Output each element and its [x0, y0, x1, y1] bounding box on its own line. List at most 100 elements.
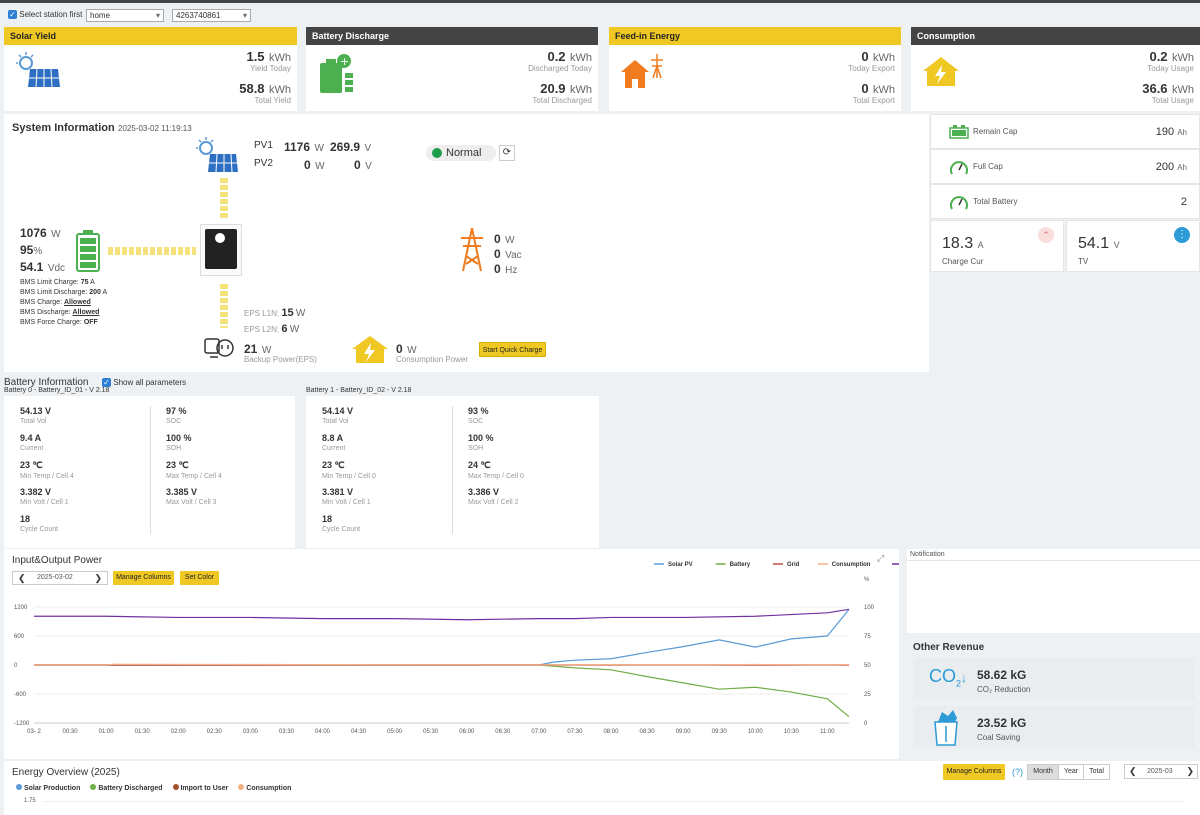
pv2-label: PV2: [254, 158, 273, 169]
energy-title: Energy Overview (2025): [12, 767, 120, 778]
next-arrow-icon[interactable]: ❯: [1186, 766, 1194, 777]
quick-charge-button[interactable]: Start Quick Charge: [479, 342, 546, 357]
x-tick-label: 05:00: [387, 729, 403, 735]
select-station[interactable]: ✓ Select station first: [8, 10, 82, 20]
battery-icon: [76, 230, 100, 272]
legend-import-to-user[interactable]: Import to User: [172, 784, 229, 792]
coal-value: 23.52 kG: [977, 716, 1027, 730]
legend-battery-discharged[interactable]: Battery Discharged: [90, 784, 163, 792]
station-select[interactable]: home: [86, 9, 164, 22]
unit: V: [1113, 240, 1120, 250]
total-discharged-value: 20.9: [540, 81, 566, 96]
energy-legend: Solar Production Battery Discharged Impo…: [16, 784, 291, 792]
batt-label: Min Temp / Cell 0: [322, 473, 376, 480]
backup-plug-icon: [204, 338, 234, 358]
legend-consumption[interactable]: Consumption: [238, 784, 291, 792]
legend-solar-production[interactable]: Solar Production: [16, 784, 80, 792]
y2-tick-label: 75: [864, 634, 871, 640]
yield-today-value: 1.5: [246, 49, 265, 64]
series-line-solar-pv: [34, 609, 850, 666]
batt-label: SOC: [468, 418, 484, 425]
bms-key: BMS Discharge:: [20, 309, 71, 316]
refresh-button[interactable]: ⟳: [499, 145, 515, 161]
bms-unit: A: [90, 279, 95, 286]
legend-label: Import to User: [180, 785, 229, 792]
x-tick-label: 08:00: [603, 729, 619, 735]
info-icon[interactable]: ⋮: [1174, 227, 1190, 243]
serial-select[interactable]: 4263740861: [172, 9, 251, 22]
x-tick-label: 01:00: [99, 729, 115, 735]
batt-label: Max Temp / Cell 0: [468, 473, 524, 480]
tab-month[interactable]: Month: [1028, 765, 1058, 779]
status-dot: [432, 148, 442, 158]
battery-0-card: 54.13 V Total Vol 97 % SOC 9.4 A Current 10…: [4, 396, 295, 548]
y2-tick-label: 0: [864, 721, 868, 727]
batt-label: Total Vol: [20, 418, 47, 425]
grid-power: 0: [494, 232, 501, 246]
total-battery-value: 2: [1180, 196, 1187, 208]
bms-key: BMS Limit Discharge:: [20, 289, 88, 296]
charge-current-label: Charge Cur: [942, 257, 984, 266]
energy-overview-panel: Energy Overview (2025) Solar Production …: [4, 761, 1200, 815]
battery-discharge-icon: +: [320, 54, 353, 93]
bms-value: Allowed: [63, 299, 91, 306]
batt-value: 100 %: [166, 433, 192, 443]
bms-key: BMS Limit Charge:: [20, 279, 79, 286]
unit: W: [315, 161, 325, 172]
total-export-label: Total Export: [852, 96, 895, 105]
energy-manage-columns-button[interactable]: Manage Columns: [943, 764, 1005, 780]
tab-total[interactable]: Total: [1083, 765, 1109, 779]
system-timestamp: 2025-03-02 11:19:13: [118, 124, 192, 133]
battery-icon: [949, 125, 969, 139]
total-yield-label: Total Yield: [254, 96, 291, 105]
tv-label: TV: [1078, 257, 1089, 266]
tab-year[interactable]: Year: [1058, 765, 1083, 779]
card-title: Solar Yield: [4, 27, 297, 45]
card-feed-in-energy: Feed-in Energy 0 kWh Today Export 0 kWh …: [609, 27, 901, 111]
divider: [452, 406, 453, 534]
total-battery-label: Total Battery: [973, 197, 1018, 206]
y2-tick-label: 25: [864, 692, 871, 698]
x-tick-label: 04:00: [315, 729, 331, 735]
batt-value: 54.14 V: [322, 406, 354, 416]
svg-text:+: +: [340, 55, 349, 68]
batt-value: 3.382 V: [20, 487, 52, 497]
energy-y-tick: 1.75: [24, 798, 36, 804]
month-picker[interactable]: ❮ 2025-03 ❯: [1124, 764, 1198, 779]
checkbox-icon[interactable]: ✓: [8, 10, 17, 20]
y2-unit-label: %: [864, 577, 870, 583]
batt-value: 18: [322, 514, 333, 524]
co2-label: CO₂ Reduction: [977, 685, 1031, 694]
show-all-params[interactable]: ✓ Show all parameters: [102, 378, 187, 388]
unit: kWh: [1172, 84, 1194, 96]
month-value: 2025-03: [1147, 768, 1173, 775]
batt-value: 18: [20, 514, 31, 524]
total-battery-row: Total Battery 2: [930, 184, 1200, 219]
legend-label: Battery Discharged: [98, 785, 163, 792]
backup-label: Backup Power(EPS): [244, 355, 317, 364]
legend-label: Grid: [787, 562, 800, 568]
bms-key: BMS Charge:: [20, 299, 63, 306]
unit: kWh: [570, 84, 592, 96]
help-link[interactable]: (?): [1012, 767, 1023, 777]
x-tick-label: 01:30: [135, 729, 151, 735]
batt-value: 24 ℃: [468, 460, 491, 470]
charge-current-card: 18.3 A Charge Cur ⌃: [930, 220, 1064, 272]
bms-value: 200: [89, 289, 101, 296]
prev-arrow-icon[interactable]: ❮: [1129, 766, 1137, 777]
top-bar: [0, 0, 1200, 3]
pv1-label: PV1: [254, 140, 273, 151]
y-tick-label: -600: [14, 692, 27, 698]
card-solar-yield: Solar Yield 1.5 kWh Yield Today 58.8 kWh…: [4, 27, 297, 111]
y-tick-label: 600: [14, 634, 25, 640]
batt-value: 54.13 V: [20, 406, 52, 416]
batt-value: 23 ℃: [20, 460, 43, 470]
unit: Ah: [1177, 128, 1187, 137]
show-all-label: Show all parameters: [113, 378, 187, 387]
batt-label: SOH: [468, 445, 484, 452]
x-tick-label: 03- 2: [27, 729, 41, 735]
period-tabs: Month Year Total: [1027, 764, 1110, 780]
batt-label: Current: [20, 445, 44, 452]
house-grid-icon: [621, 54, 663, 88]
batt-value: 93 %: [468, 406, 489, 416]
